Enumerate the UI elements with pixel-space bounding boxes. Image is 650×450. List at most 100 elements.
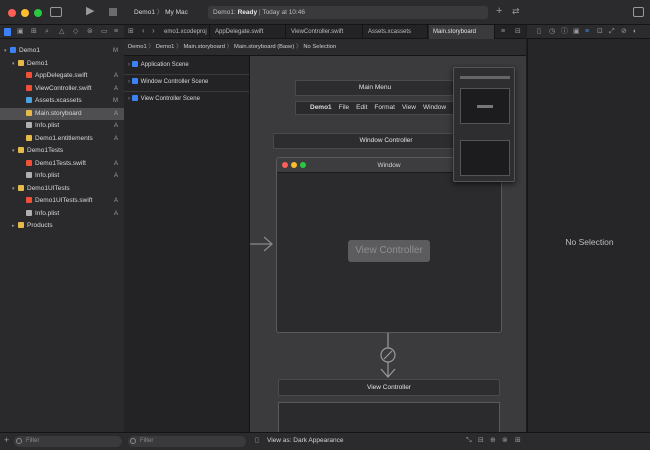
- menu-bar-item[interactable]: File: [339, 104, 349, 111]
- effects-icon[interactable]: ◐: [633, 28, 637, 35]
- menu-bar-item[interactable]: Format: [374, 104, 395, 111]
- navigator-item[interactable]: Main.storyboard A: [0, 107, 124, 120]
- navigator-item[interactable]: Info.plist A: [0, 170, 124, 182]
- breakpoint-icon[interactable]: ▭: [101, 28, 108, 35]
- navigator-item[interactable]: ▸ Products: [0, 220, 124, 232]
- document-outline: › Application Scene › Window Controller S…: [124, 56, 250, 432]
- split-editor-icon[interactable]: ⊟: [515, 28, 521, 35]
- navigator-item-label: Demo1: [27, 59, 48, 67]
- size-icon[interactable]: ⊡: [597, 28, 603, 35]
- navigator-item[interactable]: ▾ Demo1 M: [0, 45, 124, 57]
- view-controller-scene[interactable]: [278, 402, 500, 432]
- scheme-selector[interactable]: Demo1 〉 My Mac: [134, 6, 188, 19]
- editor-tab[interactable]: Assets.xcassets: [364, 25, 428, 39]
- add-icon[interactable]: +: [496, 6, 502, 17]
- bottom-bar: + Filter Filter ▯ View as: Dark Appearan…: [0, 432, 650, 450]
- storyboard-canvas[interactable]: Main Menu Demo1 File Edit Format View Window …: [250, 56, 526, 432]
- menu-bar-item[interactable]: Window: [423, 104, 446, 111]
- editor-options-icon[interactable]: ≡: [501, 28, 505, 35]
- debug-icon[interactable]: ⊜: [87, 28, 93, 35]
- back-icon[interactable]: ‹: [142, 27, 145, 35]
- file-icon: [26, 84, 32, 91]
- outline-scene-item[interactable]: › Window Controller Scene: [128, 76, 208, 88]
- code-review-icon[interactable]: ⇄: [512, 7, 520, 16]
- navigator-item[interactable]: Demo1UITests.swift A: [0, 195, 124, 207]
- jump-bar-item[interactable]: Demo1: [156, 44, 175, 50]
- find-icon[interactable]: ⌕: [45, 28, 49, 35]
- quick-help-icon[interactable]: ⓘ: [561, 28, 568, 35]
- jump-bar-item[interactable]: Demo1: [128, 44, 147, 50]
- menu-bar-item[interactable]: View: [402, 104, 416, 111]
- editor-tab[interactable]: emo1.xcodeproj: [160, 25, 210, 39]
- forward-icon[interactable]: ›: [152, 27, 155, 35]
- editor-tab[interactable]: ViewController.swift: [287, 25, 363, 39]
- outline-scene-item[interactable]: › Application Scene: [128, 59, 189, 71]
- navigator-item[interactable]: Demo1.entitlements A: [0, 133, 124, 145]
- bindings-icon[interactable]: ⊘: [621, 28, 627, 35]
- editor-tab-label: emo1.xcodeproj: [164, 29, 207, 35]
- zoom-window-button[interactable]: [34, 9, 42, 17]
- attributes-icon[interactable]: ≡: [585, 28, 589, 35]
- navigator-item[interactable]: ViewController.swift A: [0, 83, 124, 95]
- menu-bar-item[interactable]: Edit: [356, 104, 367, 111]
- navigator-item[interactable]: ▾ Demo1UITests: [0, 183, 124, 195]
- jump-bar-item[interactable]: Main.storyboard (Base): [234, 44, 294, 50]
- test-icon[interactable]: ◇: [73, 28, 78, 35]
- editor-tab[interactable]: Main.storyboard: [429, 25, 495, 39]
- connections-icon[interactable]: ⤢: [609, 28, 615, 35]
- segue-connector[interactable]: [376, 333, 400, 379]
- editor-tab-label: Assets.xcassets: [368, 29, 412, 35]
- stop-button[interactable]: [109, 8, 117, 16]
- sidebar-toggle-icon[interactable]: [50, 7, 62, 17]
- navigator-item[interactable]: Info.plist A: [0, 208, 124, 220]
- navigator-item[interactable]: Assets.xcassets M: [0, 95, 124, 107]
- menu-bar-item[interactable]: Demo1: [310, 104, 332, 111]
- identity-icon[interactable]: ▣: [573, 28, 580, 35]
- add-file-icon[interactable]: +: [4, 436, 9, 445]
- navigator-item[interactable]: Demo1Tests.swift A: [0, 158, 124, 170]
- close-window-button[interactable]: [8, 9, 16, 17]
- file-inspector-icon[interactable]: ▯: [537, 28, 541, 35]
- view-controller-placeholder: View Controller: [348, 240, 430, 262]
- folder-icon[interactable]: [4, 28, 11, 36]
- update-frames-icon[interactable]: ⤡: [466, 437, 472, 444]
- inspector-toggle-icon[interactable]: [633, 7, 644, 17]
- source-control-badge: A: [113, 135, 118, 142]
- outline-scene-item[interactable]: › View Controller Scene: [128, 93, 200, 105]
- jump-bar-item[interactable]: No Selection: [303, 44, 336, 50]
- pin-icon[interactable]: ⊕: [490, 437, 496, 444]
- canvas-minimap[interactable]: [453, 67, 515, 182]
- outline-filter-field[interactable]: Filter: [128, 436, 246, 447]
- history-icon[interactable]: ◷: [549, 28, 555, 35]
- outline-filter-placeholder: Filter: [140, 438, 154, 444]
- align-icon[interactable]: ⊟: [478, 437, 484, 444]
- folder-icon: [18, 59, 24, 66]
- editor-tab[interactable]: AppDelegate.swift: [211, 25, 286, 39]
- symbol-icon[interactable]: ⊞: [31, 28, 37, 35]
- main-menu-scene-bar[interactable]: Main Menu: [295, 80, 455, 96]
- navigator-item[interactable]: ▾ Demo1Tests: [0, 145, 124, 157]
- navigator-item[interactable]: ▾ Demo1: [0, 58, 124, 70]
- view-as-appearance[interactable]: View as: Dark Appearance: [267, 437, 343, 444]
- editor-tab-label: AppDelegate.swift: [215, 29, 264, 35]
- run-button[interactable]: ▶: [86, 6, 94, 17]
- resolve-issues-icon[interactable]: ⊗: [502, 437, 508, 444]
- scene-icon: [131, 78, 138, 84]
- window-scene[interactable]: Window View Controller: [276, 157, 502, 333]
- embed-icon[interactable]: ⊞: [515, 437, 521, 444]
- report-icon[interactable]: ≡: [114, 28, 118, 35]
- view-controller-scene-bar[interactable]: View Controller: [278, 379, 500, 396]
- grid-icon[interactable]: ⊞: [128, 28, 134, 35]
- navigator-item-label: Info.plist: [35, 209, 60, 217]
- navigator-filter-field[interactable]: Filter: [14, 436, 122, 447]
- navigator-item[interactable]: AppDelegate.swift A: [0, 70, 124, 82]
- navigator-item[interactable]: Info.plist A: [0, 120, 124, 132]
- navigator-item-label: Products: [27, 222, 53, 229]
- outline-toggle-icon[interactable]: ▯: [255, 437, 259, 444]
- minimize-window-button[interactable]: [21, 9, 29, 17]
- window-controller-title: Window Controller: [359, 137, 413, 144]
- issue-icon[interactable]: △: [59, 28, 64, 35]
- jump-bar-item[interactable]: Main.storyboard: [183, 44, 225, 50]
- destination-name: My Mac: [165, 9, 188, 16]
- source-control-icon[interactable]: ▣: [17, 28, 24, 35]
